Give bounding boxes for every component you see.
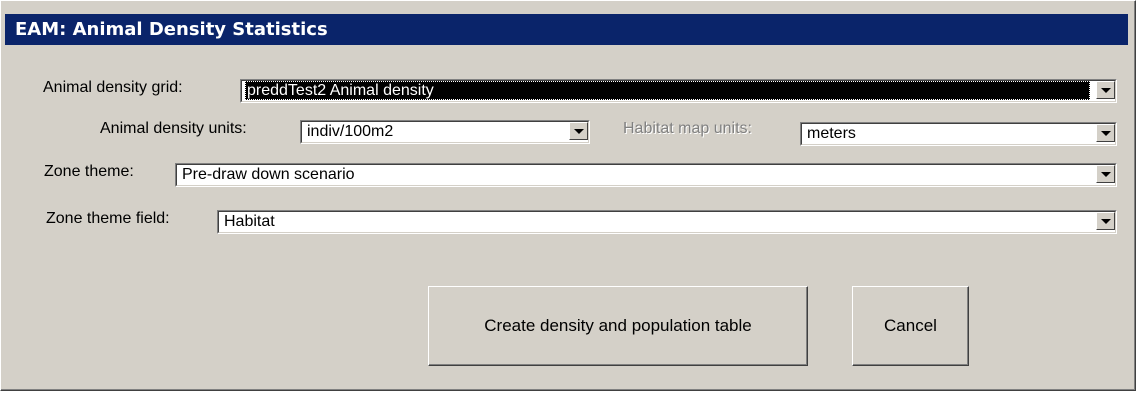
chevron-down-icon [1101,88,1111,93]
create-table-button[interactable]: Create density and population table [428,286,808,366]
habitat-units-select[interactable]: meters [800,122,1117,146]
chevron-down-icon [1101,131,1111,136]
habitat-units-dropdown-button[interactable] [1096,124,1115,142]
habitat-units-value: meters [807,125,856,142]
dialog-window: EAM: Animal Density Statistics Animal de… [0,0,1136,391]
zone-theme-select[interactable]: Pre-draw down scenario [175,163,1117,187]
density-grid-value: preddTest2 Animal density [245,81,1090,100]
zone-field-label: Zone theme field: [46,210,170,227]
zone-field-value: Habitat [224,213,275,230]
chevron-down-icon [1101,172,1111,177]
chevron-down-icon [1101,219,1111,224]
zone-field-select[interactable]: Habitat [217,210,1117,234]
habitat-units-label: Habitat map units: [623,120,752,137]
density-units-dropdown-button[interactable] [569,122,588,140]
chevron-down-icon [574,129,584,134]
density-grid-select[interactable]: preddTest2 Animal density [240,79,1117,103]
density-grid-label: Animal density grid: [43,79,183,96]
zone-theme-label: Zone theme: [44,163,134,180]
density-units-select[interactable]: indiv/100m2 [300,120,590,144]
zone-theme-value: Pre-draw down scenario [182,166,355,183]
cancel-button[interactable]: Cancel [852,286,969,366]
density-units-label: Animal density units: [100,120,247,137]
density-grid-dropdown-button[interactable] [1096,81,1115,99]
zone-theme-dropdown-button[interactable] [1096,165,1115,183]
window-title: EAM: Animal Density Statistics [5,14,1128,45]
density-units-value: indiv/100m2 [307,123,394,140]
zone-field-dropdown-button[interactable] [1096,212,1115,230]
